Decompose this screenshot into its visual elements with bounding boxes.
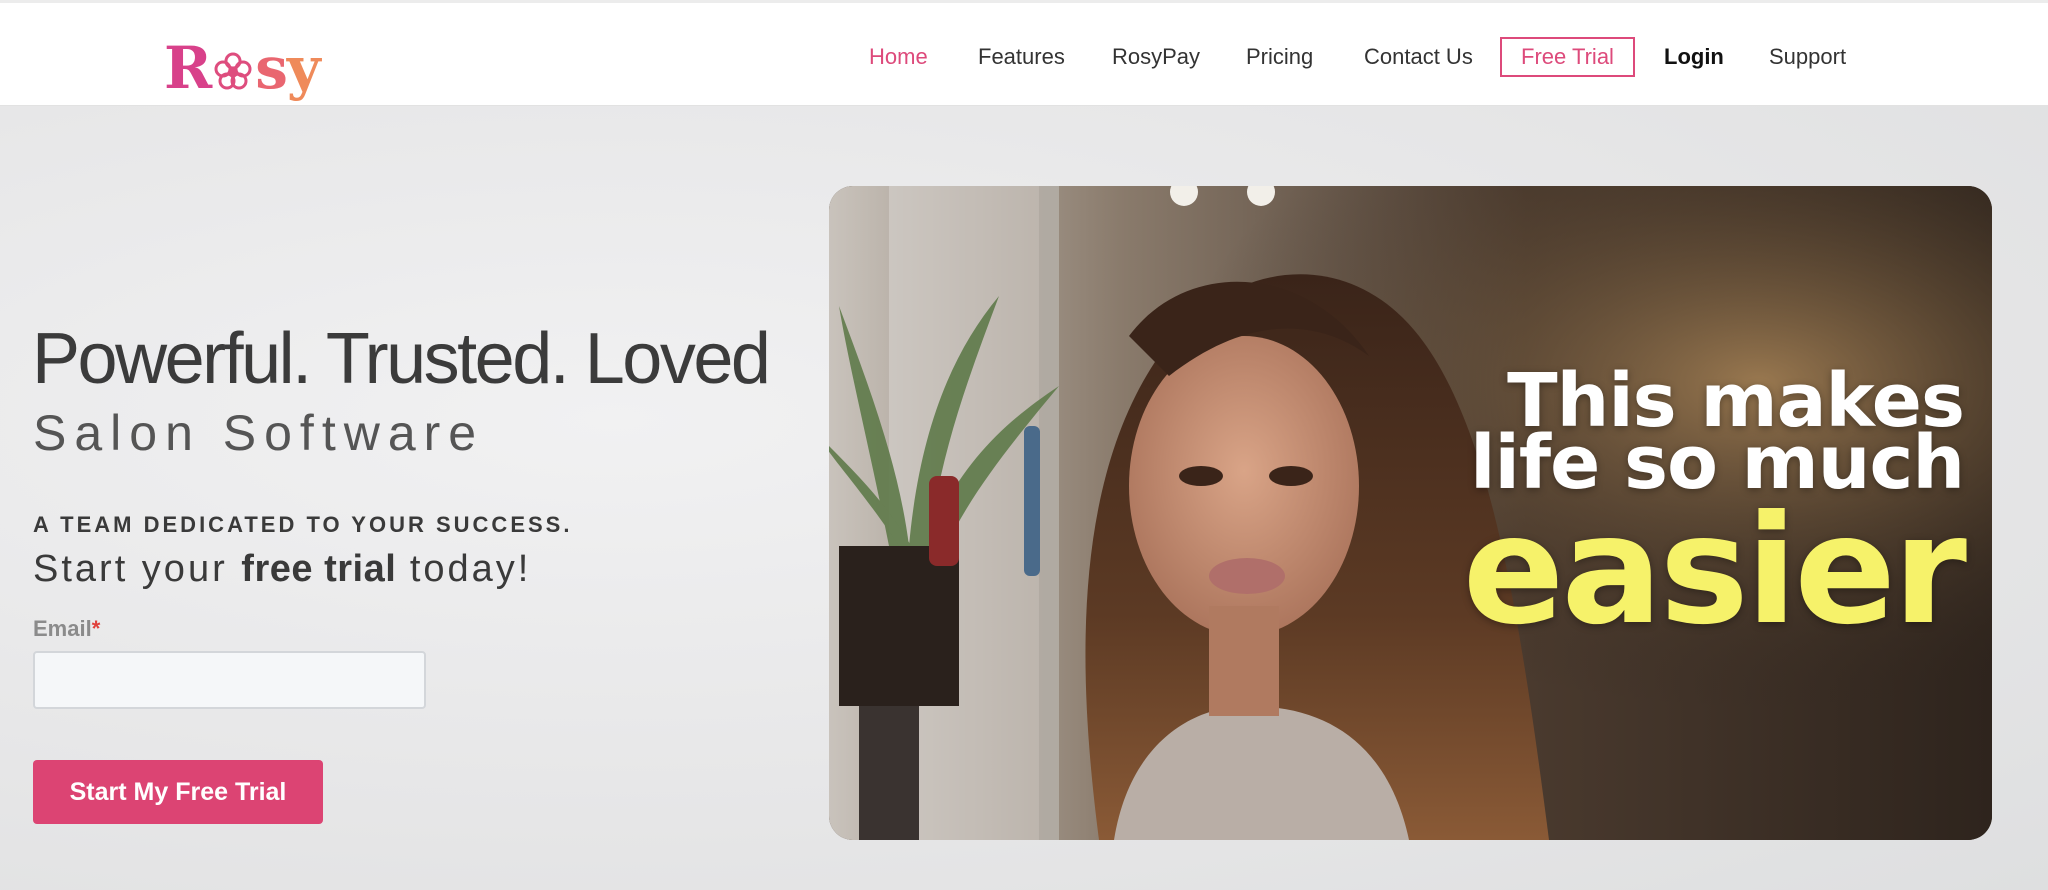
email-label-text: Email — [33, 616, 92, 641]
main-nav: Home Features RosyPay Pricing Contact Us… — [0, 3, 2048, 109]
nav-features[interactable]: Features — [978, 41, 1065, 73]
nav-support[interactable]: Support — [1769, 41, 1846, 73]
site-header: R s y Home Features RosyPay Pricing Cont… — [0, 0, 2048, 106]
nav-pricing[interactable]: Pricing — [1246, 41, 1313, 73]
nav-rosypay[interactable]: RosyPay — [1112, 41, 1200, 73]
required-asterisk: * — [91, 616, 101, 641]
nav-home[interactable]: Home — [869, 41, 928, 73]
nav-contact-us[interactable]: Contact Us — [1364, 41, 1473, 73]
hero-headline: Powerful. Trusted. Loved — [32, 319, 771, 399]
trial-invite: Start your free trial today! — [33, 548, 531, 591]
video-overlay-line3: easier — [1462, 484, 1967, 658]
promo-video[interactable]: This makes life so much easier — [829, 186, 1992, 840]
email-field[interactable] — [33, 651, 426, 709]
hero-subheadline: Salon Software — [33, 405, 485, 461]
start-free-trial-button[interactable]: Start My Free Trial — [33, 760, 323, 824]
trial-bold: free trial — [241, 548, 397, 590]
nav-free-trial-button[interactable]: Free Trial — [1500, 37, 1635, 77]
hero-tagline: A TEAM DEDICATED TO YOUR SUCCESS. — [33, 512, 573, 537]
email-label: Email* — [33, 616, 100, 642]
trial-suffix: today! — [396, 548, 532, 590]
trial-prefix: Start your — [33, 548, 242, 590]
nav-login[interactable]: Login — [1664, 41, 1724, 73]
